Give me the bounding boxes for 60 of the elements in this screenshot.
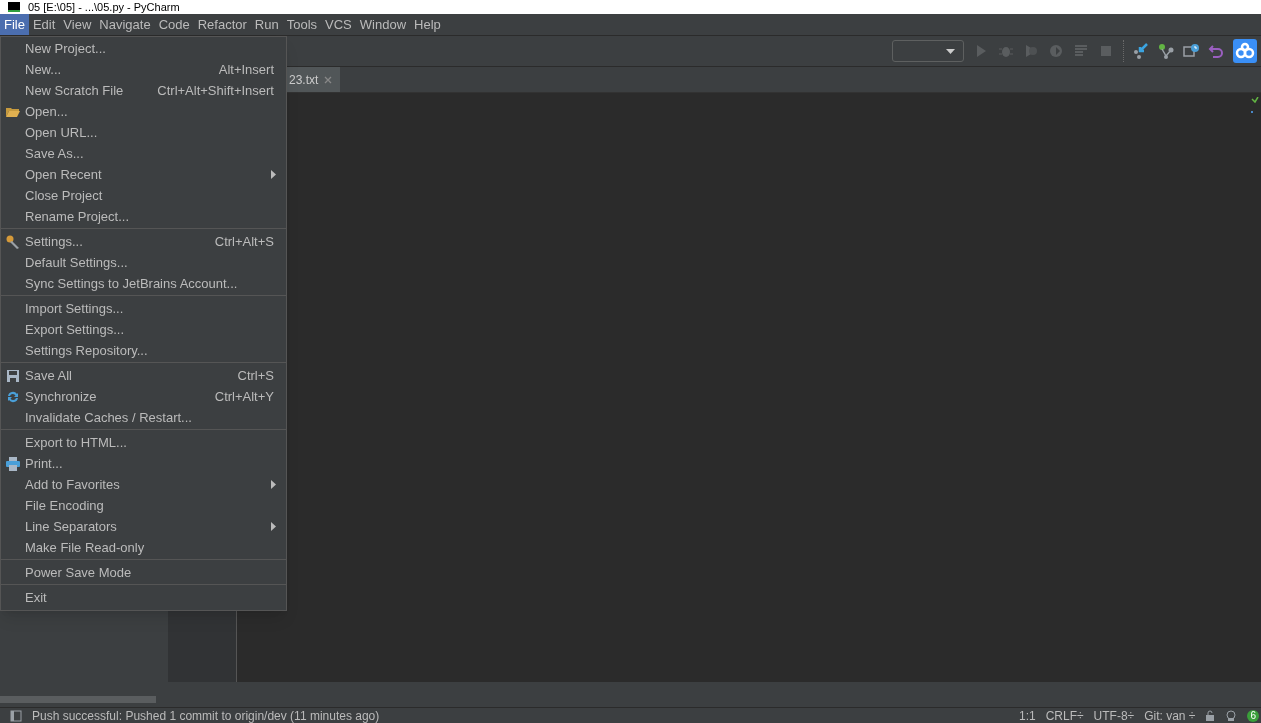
menu-item[interactable]: Synchronize Ctrl+Alt+Y: [1, 386, 286, 407]
caret-position[interactable]: 1:1: [1018, 709, 1036, 722]
list-icon[interactable]: [1073, 43, 1089, 59]
menu-item[interactable]: Open Recent: [1, 164, 286, 185]
notification-badge[interactable]: 6: [1247, 709, 1259, 722]
menu-item[interactable]: Open URL...: [1, 122, 286, 143]
run-configuration-dropdown[interactable]: [892, 40, 964, 62]
vcs-commit-icon[interactable]: [1158, 43, 1174, 59]
menu-bar-item[interactable]: Refactor: [193, 14, 251, 35]
editor-tab[interactable]: 23.txt: [287, 67, 341, 92]
menu-item[interactable]: Line Separators: [1, 516, 286, 537]
menu-item[interactable]: New... Alt+Insert: [1, 59, 286, 80]
menu-item[interactable]: New Project...: [1, 38, 286, 59]
menu-item[interactable]: Make File Read-only: [1, 537, 286, 558]
menu-item[interactable]: Close Project: [1, 185, 286, 206]
stop-icon[interactable]: [1098, 43, 1114, 59]
menu-item[interactable]: Sync Settings to JetBrains Account...: [1, 273, 286, 294]
menu-bar-item[interactable]: Window: [355, 14, 411, 35]
lock-icon[interactable]: [1205, 709, 1216, 722]
menu-bar-item[interactable]: Edit: [28, 14, 60, 35]
menu-item[interactable]: Save As...: [1, 143, 286, 164]
menu-item[interactable]: Default Settings...: [1, 252, 286, 273]
menu-item[interactable]: Open...: [1, 101, 286, 122]
undo-icon[interactable]: [1208, 43, 1224, 59]
menu-item[interactable]: Add to Favorites: [1, 474, 286, 495]
menu-bar-item[interactable]: Run: [250, 14, 283, 35]
menu-item[interactable]: File Encoding: [1, 495, 286, 516]
history-icon[interactable]: [1183, 43, 1199, 59]
check-icon: [1251, 97, 1259, 113]
vcs-branch-selector[interactable]: Git: van ÷: [1144, 709, 1196, 722]
menu-item[interactable]: Export Settings...: [1, 319, 286, 340]
menu-bar-item[interactable]: Help: [410, 14, 445, 35]
menu-item[interactable]: Rename Project...: [1, 206, 286, 227]
menu-item[interactable]: Power Save Mode: [1, 562, 286, 583]
menu-item[interactable]: Save All Ctrl+S: [1, 365, 286, 386]
close-icon[interactable]: [324, 75, 333, 84]
menu-item[interactable]: Exit: [1, 587, 286, 608]
caret-icon: [946, 48, 955, 54]
menu-item[interactable]: New Scratch File Ctrl+Alt+Shift+Insert: [1, 80, 286, 101]
menu-bar-item[interactable]: View: [59, 14, 96, 35]
status-message: Push successful: Pushed 1 commit to origin/dev (11 minutes ago): [32, 709, 381, 722]
line-separator-selector[interactable]: CRLF÷: [1045, 709, 1084, 722]
vcs-update-icon[interactable]: [1133, 43, 1149, 59]
cloud-icon[interactable]: [1233, 39, 1257, 63]
menu-item[interactable]: Import Settings...: [1, 298, 286, 319]
panel-toggle-icon[interactable]: [10, 709, 22, 722]
menu-bar-item[interactable]: Navigate: [95, 14, 155, 35]
menu-item[interactable]: Invalidate Caches / Restart...: [1, 407, 286, 428]
menu-item[interactable]: Export to HTML...: [1, 432, 286, 453]
window-title: 05 [E:\05] - ...\05.py - PyCharm: [28, 1, 180, 13]
printer-icon: [5, 455, 21, 472]
menu-bar-item[interactable]: File: [0, 14, 29, 35]
menu-bar-item[interactable]: Code: [154, 14, 194, 35]
menu-bar-item[interactable]: Tools: [282, 14, 322, 35]
menu-item[interactable]: Settings... Ctrl+Alt+S: [1, 231, 286, 252]
app-icon: [8, 2, 20, 12]
menu-item[interactable]: Settings Repository...: [1, 340, 286, 361]
encoding-selector[interactable]: UTF-8÷: [1093, 709, 1135, 722]
menu-item[interactable]: Print...: [1, 453, 286, 474]
menu-bar-item[interactable]: VCS: [321, 14, 356, 35]
